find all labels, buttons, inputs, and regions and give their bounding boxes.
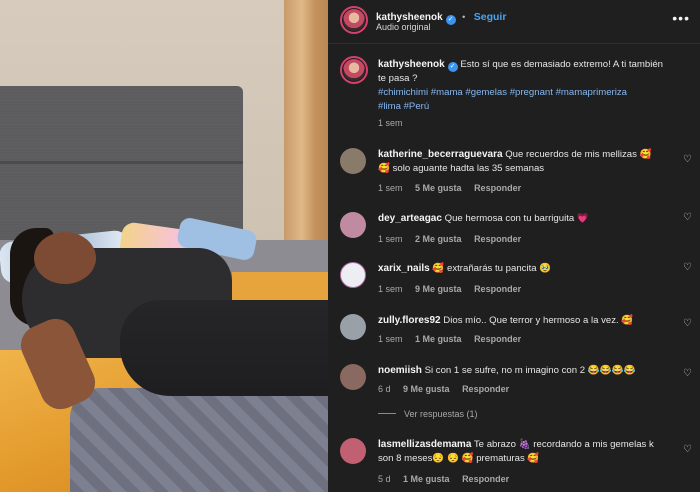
commenter-avatar[interactable] [340, 364, 366, 390]
comment-text-2: 🥰 solo aguante hadta las 35 semanas [378, 163, 545, 174]
view-replies-label[interactable]: Ver respuestas (1) [404, 409, 478, 419]
comment-username[interactable]: xarix_nails [378, 263, 430, 274]
replies-line [378, 413, 396, 414]
comment-time: 6 d [378, 384, 391, 394]
comment-username[interactable]: lasmellizasdemama [378, 439, 471, 450]
caption-time: 1 sem [378, 118, 403, 128]
caption-text-2: te pasa ? [378, 73, 418, 84]
reply-button[interactable]: Responder [462, 384, 509, 394]
separator-dot: • [462, 12, 466, 22]
hashtags-2[interactable]: #lima #Perú [378, 101, 429, 112]
comment-item: dey_arteagac Que hermosa con tu barrigui… [328, 212, 700, 252]
commenter-avatar[interactable] [340, 148, 366, 174]
audio-label[interactable]: Audio original [376, 22, 431, 32]
reply-button[interactable]: Responder [474, 284, 521, 294]
comment-text: Que hermosa con tu barriguita 💗 [444, 213, 589, 224]
reply-button[interactable]: Responder [474, 334, 521, 344]
comments-panel: kathysheenok ✓ • Seguir Audio original ••… [328, 0, 700, 492]
reply-button[interactable]: Responder [474, 234, 521, 244]
follow-button[interactable]: Seguir [474, 11, 507, 23]
heart-outline-icon[interactable]: ♡ [683, 262, 692, 273]
more-horizontal-icon[interactable]: ••• [672, 10, 690, 26]
verified-badge-icon: ✓ [445, 15, 456, 25]
comment-username[interactable]: zully.flores92 [378, 315, 441, 326]
comment-username[interactable]: noemiish [378, 365, 422, 376]
reply-button[interactable]: Responder [462, 474, 509, 484]
comment-username[interactable]: katherine_becerraguevara [378, 149, 503, 160]
caption-text-1: Esto sí que es demasiado extremo! A ti t… [460, 59, 664, 70]
comment-item: xarix_nails 🥰 extrañarás tu pancita 🥹 1 … [328, 262, 700, 302]
comment-likes[interactable]: 5 Me gusta [415, 183, 462, 193]
author-avatar[interactable] [340, 6, 368, 34]
wood-wall-panel [284, 0, 328, 280]
commenter-avatar[interactable] [340, 212, 366, 238]
person-legs [120, 300, 328, 396]
commenter-avatar[interactable] [340, 262, 366, 288]
comment-time: 1 sem [378, 334, 403, 344]
bed-headboard [0, 86, 243, 244]
post-header: kathysheenok ✓ • Seguir Audio original ••… [328, 0, 700, 44]
comment-likes[interactable]: 1 Me gusta [403, 474, 450, 484]
caption-block: kathysheenok ✓ Esto sí que es demasiado e… [328, 56, 700, 136]
heart-outline-icon[interactable]: ♡ [683, 212, 692, 223]
comment-text: Dios mío.. Que terror y hermoso a la vez… [443, 315, 634, 326]
comment-text-2: son 8 meses😔 😔 🥰 prematuras 🥰 [378, 453, 540, 464]
view-replies-button[interactable]: Ver respuestas (1) [378, 409, 478, 419]
comment-text: Que recuerdos de mis mellizas 🥰 [505, 149, 652, 160]
hashtags-1[interactable]: #chimichimi #mama #gemelas #pregnant #ma… [378, 87, 627, 98]
comment-time: 1 sem [378, 284, 403, 294]
comment-likes[interactable]: 2 Me gusta [415, 234, 462, 244]
commenter-avatar[interactable] [340, 314, 366, 340]
comment-item: katherine_becerraguevara Que recuerdos d… [328, 148, 700, 200]
comment-text: Te abrazo 🍇 recordando a mis gemelas k [473, 439, 654, 450]
comment-username[interactable]: dey_arteagac [378, 213, 442, 224]
person-head [34, 232, 96, 284]
comment-time: 1 sem [378, 183, 403, 193]
comment-item: noemiish Si con 1 se sufre, no m imagino… [328, 364, 700, 424]
author-avatar-small[interactable] [340, 56, 368, 84]
comment-text: Si con 1 se sufre, no m imagino con 2 😂😂… [424, 365, 636, 376]
comment-text: 🥰 extrañarás tu pancita 🥹 [432, 263, 552, 274]
comment-time: 5 d [378, 474, 391, 484]
verified-badge-icon: ✓ [447, 62, 458, 72]
comment-time: 1 sem [378, 234, 403, 244]
comment-likes[interactable]: 1 Me gusta [415, 334, 462, 344]
comment-item: lasmellizasdemama Te abrazo 🍇 recordando… [328, 438, 700, 492]
gray-blanket [70, 388, 328, 492]
comment-likes[interactable]: 9 Me gusta [415, 284, 462, 294]
comment-item: zully.flores92 Dios mío.. Que terror y h… [328, 314, 700, 354]
heart-outline-icon[interactable]: ♡ [683, 368, 692, 379]
heart-outline-icon[interactable]: ♡ [683, 444, 692, 455]
caption-username[interactable]: kathysheenok [378, 59, 445, 70]
post-media[interactable] [0, 0, 328, 492]
heart-outline-icon[interactable]: ♡ [683, 318, 692, 329]
commenter-avatar[interactable] [340, 438, 366, 464]
heart-outline-icon[interactable]: ♡ [683, 154, 692, 165]
comment-likes[interactable]: 9 Me gusta [403, 384, 450, 394]
reply-button[interactable]: Responder [474, 183, 521, 193]
